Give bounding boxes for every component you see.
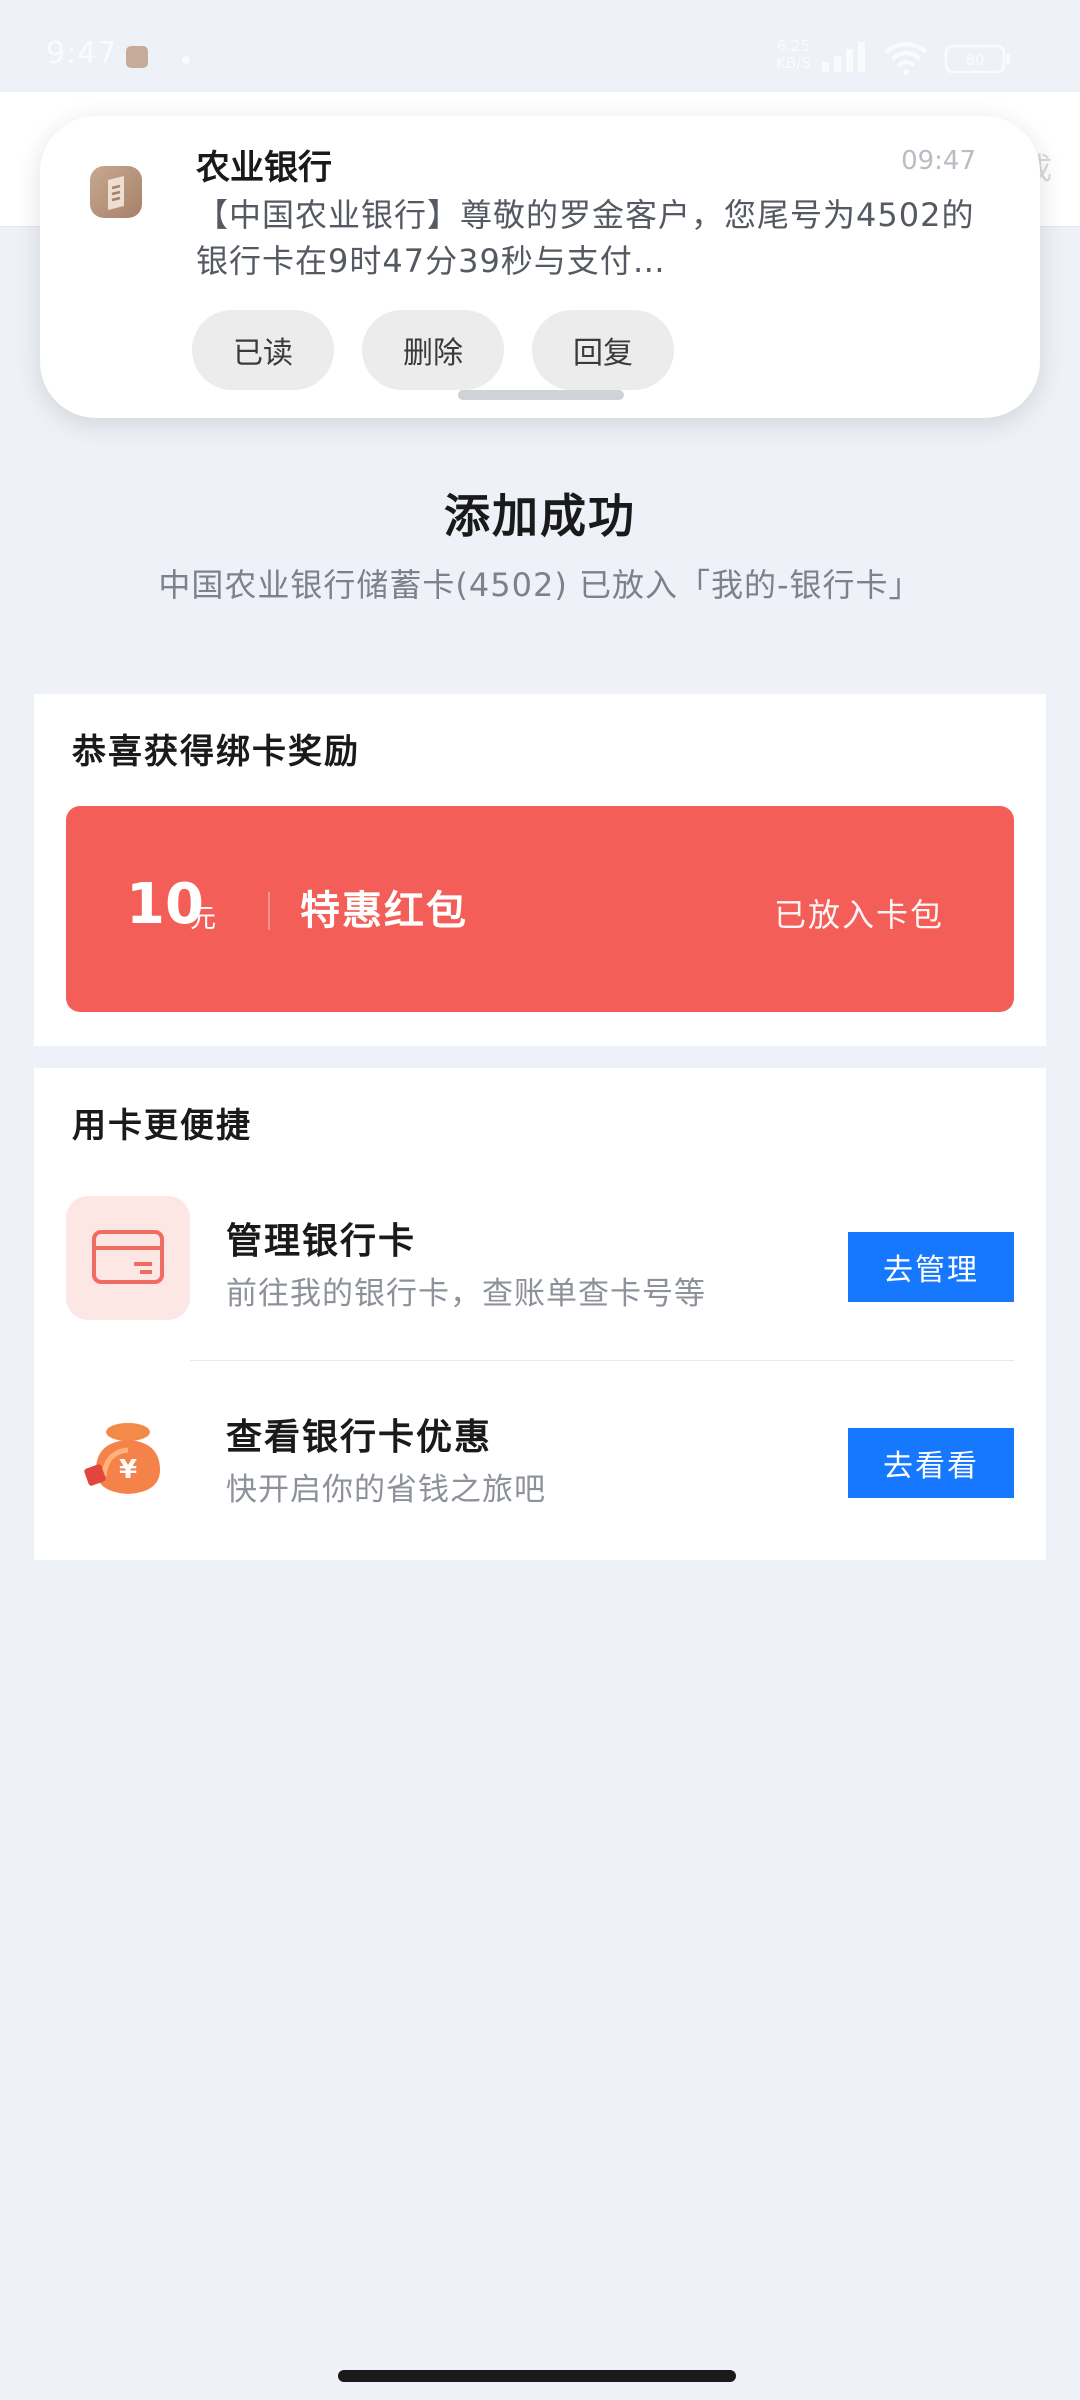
money-bag-icon: ¥ <box>66 1392 190 1516</box>
reply-button[interactable]: 回复 <box>532 310 674 390</box>
signal-icon <box>822 42 865 72</box>
mark-read-button[interactable]: 已读 <box>192 310 334 390</box>
row-divider <box>190 1360 1014 1361</box>
wifi-icon <box>884 42 928 75</box>
red-packet-unit: 元 <box>190 904 217 934</box>
delete-button[interactable]: 删除 <box>362 310 504 390</box>
red-packet-name: 特惠红包 <box>300 888 468 934</box>
red-packet-status: 已放入卡包 <box>773 896 944 934</box>
net-speed-unit: KB/S <box>776 54 811 72</box>
abc-bank-app-icon <box>90 166 142 218</box>
manage-card-row[interactable]: 管理银行卡 前往我的银行卡，查账单查卡号等 去管理 <box>34 1168 1046 1358</box>
convenience-card-title: 用卡更便捷 <box>72 1106 252 1146</box>
notification-banner[interactable]: 农业银行 09:47 【中国农业银行】尊敬的罗金客户，您尾号为4502的银行卡在… <box>40 116 1040 418</box>
manage-card-title: 管理银行卡 <box>226 1221 417 1262</box>
app-notification-icon <box>126 46 148 68</box>
notification-time: 09:47 <box>901 146 976 176</box>
svg-text:¥: ¥ <box>119 1455 137 1485</box>
go-see-button[interactable]: 去看看 <box>848 1428 1014 1498</box>
success-title: 添加成功 <box>444 489 636 543</box>
home-indicator[interactable] <box>338 2370 736 2382</box>
card-discount-row[interactable]: ¥ 查看银行卡优惠 快开启你的省钱之旅吧 去看看 <box>34 1364 1046 1554</box>
notification-body: 【中国农业银行】尊敬的罗金客户，您尾号为4502的银行卡在9时47分39秒与支付… <box>196 196 975 280</box>
status-time: 9:47 <box>46 36 118 71</box>
discount-title: 查看银行卡优惠 <box>226 1417 493 1458</box>
discount-desc: 快开启你的省钱之旅吧 <box>226 1472 546 1508</box>
reward-card-title: 恭喜获得绑卡奖励 <box>72 732 360 772</box>
red-packet-divider <box>268 892 270 930</box>
red-packet-coupon[interactable]: 10 元 特惠红包 已放入卡包 <box>66 806 1014 1012</box>
success-subtitle: 中国农业银行储蓄卡(4502) 已放入「我的-银行卡」 <box>158 566 922 604</box>
net-speed: 6.25 KB/S <box>776 38 811 72</box>
reward-card: 恭喜获得绑卡奖励 10 元 特惠红包 已放入卡包 <box>34 694 1046 1046</box>
manage-card-desc: 前往我的银行卡，查账单查卡号等 <box>226 1276 706 1312</box>
battery-icon: 80 <box>944 44 1010 74</box>
dot-icon <box>182 56 190 64</box>
net-speed-value: 6.25 <box>776 37 811 55</box>
notification-drag-handle[interactable] <box>458 390 624 400</box>
status-bar: 9:47 6.25 KB/S 80 <box>0 0 1080 92</box>
go-manage-button[interactable]: 去管理 <box>848 1232 1014 1302</box>
convenience-card: 用卡更便捷 管理银行卡 前往我的银行卡，查账单查卡号等 去管理 ¥ 查看银行卡优… <box>34 1068 1046 1560</box>
bank-card-icon <box>66 1196 190 1320</box>
battery-level: 80 <box>965 51 984 69</box>
notification-app-name: 农业银行 <box>196 148 332 188</box>
